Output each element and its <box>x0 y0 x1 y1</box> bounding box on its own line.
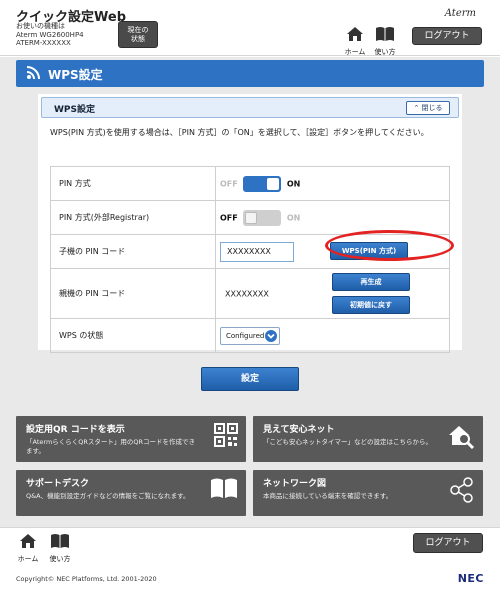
chevron-up-icon: ⌃ <box>413 104 420 112</box>
home-nav[interactable]: ホーム <box>343 26 367 57</box>
wps-panel: WPS設定 ⌃ 閉じる WPS(PIN 方式)を使用する場合は、［PIN 方式］… <box>38 94 462 353</box>
open-book-icon <box>211 478 237 498</box>
network-share-icon <box>450 477 473 503</box>
section-description: WPS(PIN 方式)を使用する場合は、［PIN 方式］の「ON」を選択して、［… <box>50 128 429 137</box>
home-icon <box>347 27 363 41</box>
tile-description: Q&A、機能別設定ガイドなどの情報をご覧になれます。 <box>26 492 190 500</box>
copyright: Copyright© NEC Platforms, Ltd. 2001-2020 <box>16 575 157 583</box>
toggle-on-label: ON <box>286 213 301 222</box>
row-parent-pin: 親機の PIN コード XXXXXXXX 再生成 初期値に戻す <box>50 268 450 319</box>
child-pin-input[interactable]: XXXXXXXX <box>220 241 294 262</box>
section-header: WPS設定 ⌃ 閉じる <box>41 97 459 118</box>
toggle-knob <box>267 177 280 190</box>
parent-pin-label: 親機の PIN コード <box>50 268 216 319</box>
footer-logout-button[interactable]: ログアウト <box>413 533 483 553</box>
nec-logo: NEC <box>457 572 484 585</box>
device-info-line1: お使いの機種は <box>16 22 65 30</box>
collapse-button[interactable]: ⌃ 閉じる <box>406 101 450 115</box>
wps-status-select[interactable]: Configured <box>220 326 280 345</box>
row-wps-status: WPS の状態 Configured <box>50 318 450 353</box>
tile-title: 設定用QR コードを表示 <box>26 425 125 435</box>
pin-external-label: PIN 方式(外部Registrar) <box>50 200 216 235</box>
home-label: ホーム <box>17 555 39 563</box>
pin-external-toggle[interactable]: OFF ON <box>220 209 301 226</box>
collapse-label: 閉じる <box>421 104 443 112</box>
magnifier-house-icon <box>449 426 475 449</box>
regenerate-button[interactable]: 再生成 <box>332 273 410 291</box>
aterm-logo: Aterm <box>444 8 476 19</box>
device-name: ATERM-XXXXXX <box>16 39 71 47</box>
device-model: Aterm WG2600HP4 <box>16 30 84 39</box>
child-pin-label: 子機の PIN コード <box>50 234 216 269</box>
status-button-line1: 現在の <box>127 26 149 34</box>
tile-title: 見えて安心ネット <box>263 425 335 435</box>
section-title: WPS設定 <box>54 105 96 115</box>
header: クイック設定Web お使いの機種は Aterm WG2600HP4 ATERM-… <box>0 0 500 56</box>
pin-method-toggle[interactable]: OFF ON <box>220 175 301 192</box>
tile-description: 本商品に接続している端末を確認できます。 <box>263 492 393 500</box>
row-pin-method: PIN 方式 OFF ON <box>50 166 450 201</box>
wps-status-label: WPS の状態 <box>50 318 216 353</box>
tile-description: 「こども安心ネットタイマー」などの設定はこちらから。 <box>263 438 432 446</box>
tile-mieteanshin[interactable]: 見えて安心ネット 「こども安心ネットタイマー」などの設定はこちらから。 <box>253 416 483 462</box>
footer-home-nav[interactable]: ホーム <box>16 533 40 564</box>
help-nav[interactable]: 使い方 <box>373 26 397 57</box>
tile-qr-code[interactable]: 設定用QR コードを表示 「AtermらくらくQRスタート」用のQRコードを作成… <box>16 416 246 462</box>
book-icon <box>51 534 69 548</box>
device-info: お使いの機種は Aterm WG2600HP4 ATERM-XXXXXX <box>16 22 84 48</box>
wifi-icon <box>26 66 40 80</box>
pin-method-label: PIN 方式 <box>50 166 216 201</box>
tile-title: サポートデスク <box>26 479 90 489</box>
footer-help-nav[interactable]: 使い方 <box>48 533 72 564</box>
highlight-ellipse <box>325 230 454 261</box>
book-icon <box>376 27 394 41</box>
reset-default-button[interactable]: 初期値に戻す <box>332 296 410 314</box>
toggle-knob <box>245 211 258 224</box>
help-label: 使い方 <box>374 48 396 56</box>
apply-button[interactable]: 設定 <box>201 367 299 391</box>
qr-code-icon <box>214 423 238 447</box>
footer-nav: ホーム 使い方 ログアウト <box>0 527 500 563</box>
toggle-on-label: ON <box>286 179 301 188</box>
chevron-down-icon <box>265 329 277 342</box>
current-status-button[interactable]: 現在の 状態 <box>118 21 158 48</box>
page-banner: WPS設定 <box>16 60 484 87</box>
parent-pin-value: XXXXXXXX <box>225 289 269 298</box>
home-label: ホーム <box>344 48 366 56</box>
toggle-off-label: OFF <box>220 213 238 222</box>
home-icon <box>20 534 36 548</box>
logout-button[interactable]: ログアウト <box>412 27 482 45</box>
tile-network-map[interactable]: ネットワーク図 本商品に接続している端末を確認できます。 <box>253 470 483 516</box>
help-label: 使い方 <box>49 555 71 563</box>
tile-description: 「AtermらくらくQRスタート」用のQRコードを作成できます。 <box>26 438 196 455</box>
toggle-off-label: OFF <box>220 179 238 188</box>
status-button-line2: 状態 <box>131 35 145 43</box>
tile-support-desk[interactable]: サポートデスク Q&A、機能別設定ガイドなどの情報をご覧になれます。 <box>16 470 246 516</box>
tile-title: ネットワーク図 <box>263 479 327 489</box>
page-title: WPS設定 <box>48 68 103 82</box>
wps-status-value: Configured <box>226 331 265 340</box>
